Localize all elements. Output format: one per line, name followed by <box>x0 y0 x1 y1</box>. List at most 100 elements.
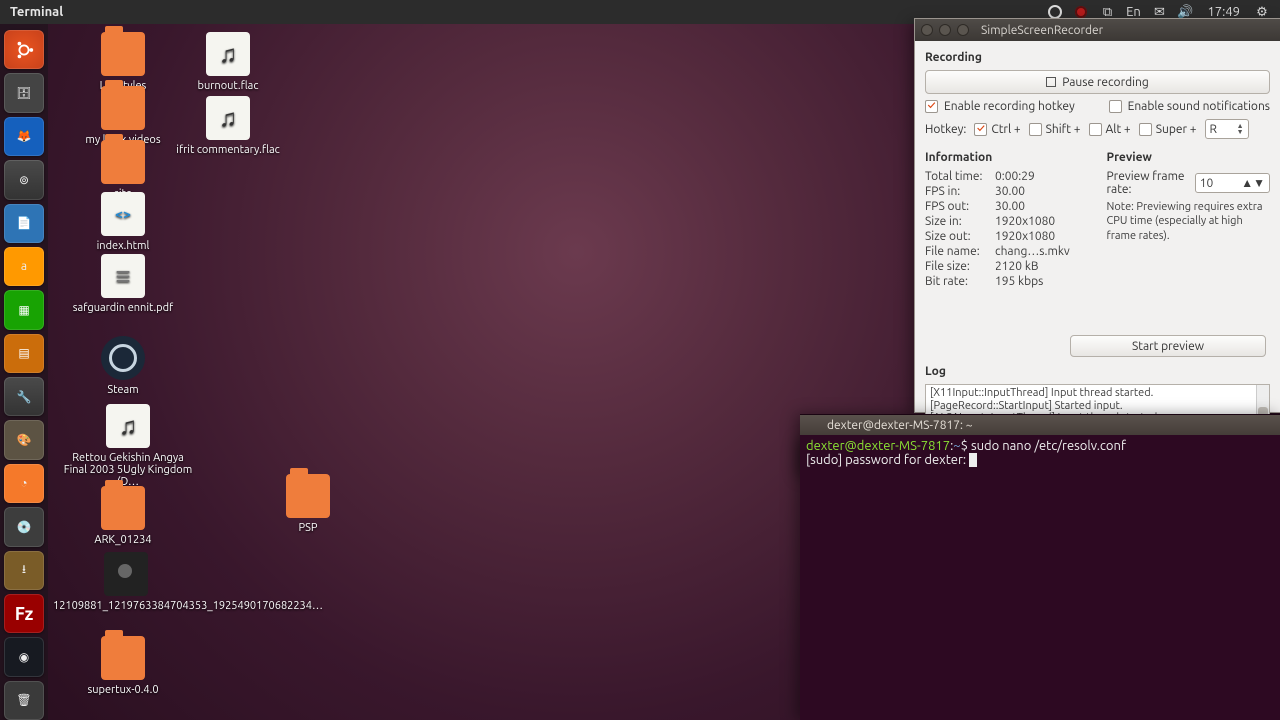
file-name-value: chang…s.mkv <box>995 245 1089 258</box>
blender-launcher-icon[interactable]: ◔ <box>4 464 44 503</box>
downloads-launcher-icon[interactable]: ⭳ <box>4 551 44 590</box>
desktop-folder-ark[interactable]: ARK_01234 <box>63 486 183 546</box>
icon-label: burnout.flac <box>168 80 288 92</box>
hotkey-key-select[interactable]: R ▲▼ <box>1205 119 1249 139</box>
log-heading: Log <box>925 365 1270 378</box>
pause-recording-button[interactable]: Pause recording <box>925 70 1270 94</box>
icon-label: safguardin ennit.pdf <box>63 302 183 314</box>
total-time-value: 0:00:29 <box>995 170 1089 183</box>
start-preview-label: Start preview <box>1132 340 1204 353</box>
desktop-file-img[interactable]: 12109881_1219763384704353_19254901706822… <box>53 552 198 612</box>
preview-rate-value: 10 <box>1200 177 1214 190</box>
fps-in-label: FPS in: <box>925 185 995 198</box>
desktop-folder-supertux[interactable]: supertux-0.4.0 <box>63 636 183 696</box>
rhythmbox-launcher-icon[interactable]: 💿 <box>4 507 44 546</box>
window-close-icon[interactable] <box>921 24 933 36</box>
super-label: Super + <box>1156 123 1197 136</box>
super-mod-checkbox[interactable]: Super + <box>1139 123 1197 136</box>
prompt-path: ~ <box>953 439 960 453</box>
terminal-titlebar[interactable]: dexter@dexter-MS-7817: ~ <box>800 415 1280 435</box>
spinner-icon: ▲▼ <box>1241 176 1265 190</box>
checkbox-icon <box>1139 123 1152 136</box>
enable-sound-checkbox[interactable]: Enable sound notifications <box>1109 100 1270 113</box>
desktop-folder-site[interactable]: site <box>63 140 183 200</box>
icon-label: ifrit commentary.flac <box>168 144 288 156</box>
sudo-password-prompt: [sudo] password for dexter: <box>806 453 969 467</box>
preview-rate-input[interactable]: 10 ▲▼ <box>1195 173 1270 193</box>
recording-heading: Recording <box>925 51 1270 64</box>
ssr-titlebar[interactable]: SimpleScreenRecorder <box>915 19 1280 41</box>
window-max-icon[interactable] <box>957 24 969 36</box>
icon-label: Rettou Gekishin Angya Final 2003 5Ugly K… <box>63 452 193 488</box>
size-out-label: Size out: <box>925 230 995 243</box>
checkbox-icon <box>1089 123 1102 136</box>
start-preview-button[interactable]: Start preview <box>1070 335 1266 357</box>
fps-out-label: FPS out: <box>925 200 995 213</box>
clock[interactable]: 17:49 <box>1203 5 1244 19</box>
ctrl-mod-checkbox[interactable]: Ctrl + <box>974 123 1020 136</box>
ssr-title: SimpleScreenRecorder <box>981 24 1103 37</box>
firefox-launcher-icon[interactable]: 🦊 <box>4 117 44 156</box>
checkbox-icon <box>974 123 987 136</box>
terminal-window: dexter@dexter-MS-7817: ~ dexter@dexter-M… <box>800 414 1280 720</box>
desktop-file-safguard[interactable]: safguardin ennit.pdf <box>63 254 183 314</box>
fps-in-value: 30.00 <box>995 185 1089 198</box>
terminal-cursor-icon <box>969 453 977 467</box>
desktop-shortcut-steam[interactable]: Steam <box>63 336 183 396</box>
terminal-command: sudo nano /etc/resolv.conf <box>971 439 1126 453</box>
icon-label: ARK_01234 <box>63 534 183 546</box>
software-launcher-icon[interactable]: ⊚ <box>4 160 44 199</box>
enable-hotkey-label: Enable recording hotkey <box>944 100 1075 113</box>
log-line: [PageRecord::StartInput] Started input. <box>930 400 1265 413</box>
pause-icon <box>1046 77 1056 87</box>
terminal-title: dexter@dexter-MS-7817: ~ <box>827 419 972 432</box>
desktop-file-ifrit[interactable]: ifrit commentary.flac <box>168 96 288 156</box>
ssr-window: SimpleScreenRecorder Recording Pause rec… <box>914 18 1280 413</box>
icon-label: supertux-0.4.0 <box>63 684 183 696</box>
log-line: [X11Input::InputThread] Input thread sta… <box>930 387 1265 400</box>
icon-label: PSP <box>248 522 368 534</box>
preview-heading: Preview <box>1107 151 1271 164</box>
pause-label: Pause recording <box>1062 76 1149 89</box>
window-min-icon[interactable] <box>939 24 951 36</box>
desktop-folder-mylinux[interactable]: my linux videos <box>63 86 183 146</box>
desktop-folder-psp[interactable]: PSP <box>248 474 368 534</box>
fps-out-value: 30.00 <box>995 200 1089 213</box>
desktop-file-burnout[interactable]: burnout.flac <box>168 32 288 92</box>
icon-label: index.html <box>63 240 183 252</box>
desktop-file-indexhtml[interactable]: index.html <box>63 192 183 252</box>
shift-mod-checkbox[interactable]: Shift + <box>1029 123 1081 136</box>
ctrl-label: Ctrl + <box>991 123 1020 136</box>
impress-launcher-icon[interactable]: ▤ <box>4 334 44 373</box>
file-name-label: File name: <box>925 245 995 258</box>
file-size-label: File size: <box>925 260 995 273</box>
enable-hotkey-checkbox[interactable]: Enable recording hotkey <box>925 100 1075 113</box>
desktop-file-rettou[interactable]: Rettou Gekishin Angya Final 2003 5Ugly K… <box>63 404 193 488</box>
total-time-label: Total time: <box>925 170 995 183</box>
writer-launcher-icon[interactable]: 📄 <box>4 204 44 243</box>
steam-launcher-icon[interactable]: ◉ <box>4 637 44 676</box>
prompt-dollar: $ <box>961 439 971 453</box>
file-size-value: 2120 kB <box>995 260 1089 273</box>
hotkey-label: Hotkey: <box>925 123 966 136</box>
alt-label: Alt + <box>1106 123 1131 136</box>
terminal-content[interactable]: dexter@dexter-MS-7817:~$ sudo nano /etc/… <box>800 435 1280 471</box>
size-in-value: 1920x1080 <box>995 215 1089 228</box>
active-app-title: Terminal <box>0 5 73 19</box>
settings-launcher-icon[interactable]: 🔧 <box>4 377 44 416</box>
unity-launcher: 🗄 🦊 ⊚ 📄 a ▦ ▤ 🔧 🎨 ◔ 💿 ⭳ Fz ◉ ▢ 🗑 <box>0 24 48 720</box>
checkbox-icon <box>925 100 938 113</box>
icon-label: Steam <box>63 384 183 396</box>
filezilla-launcher-icon[interactable]: Fz <box>4 594 44 633</box>
checkbox-icon <box>1109 100 1122 113</box>
desktop-folder-lifestyles[interactable]: Lifestyles <box>63 32 183 92</box>
dash-icon[interactable] <box>4 30 44 69</box>
size-out-value: 1920x1080 <box>995 230 1089 243</box>
files-launcher-icon[interactable]: 🗄 <box>4 73 44 112</box>
amazon-launcher-icon[interactable]: a <box>4 247 44 286</box>
trash-launcher-icon[interactable]: 🗑 <box>4 681 44 720</box>
preview-note: Note: Previewing requires extra CPU time… <box>1107 200 1271 243</box>
gimp-launcher-icon[interactable]: 🎨 <box>4 420 44 459</box>
alt-mod-checkbox[interactable]: Alt + <box>1089 123 1131 136</box>
calc-launcher-icon[interactable]: ▦ <box>4 290 44 329</box>
